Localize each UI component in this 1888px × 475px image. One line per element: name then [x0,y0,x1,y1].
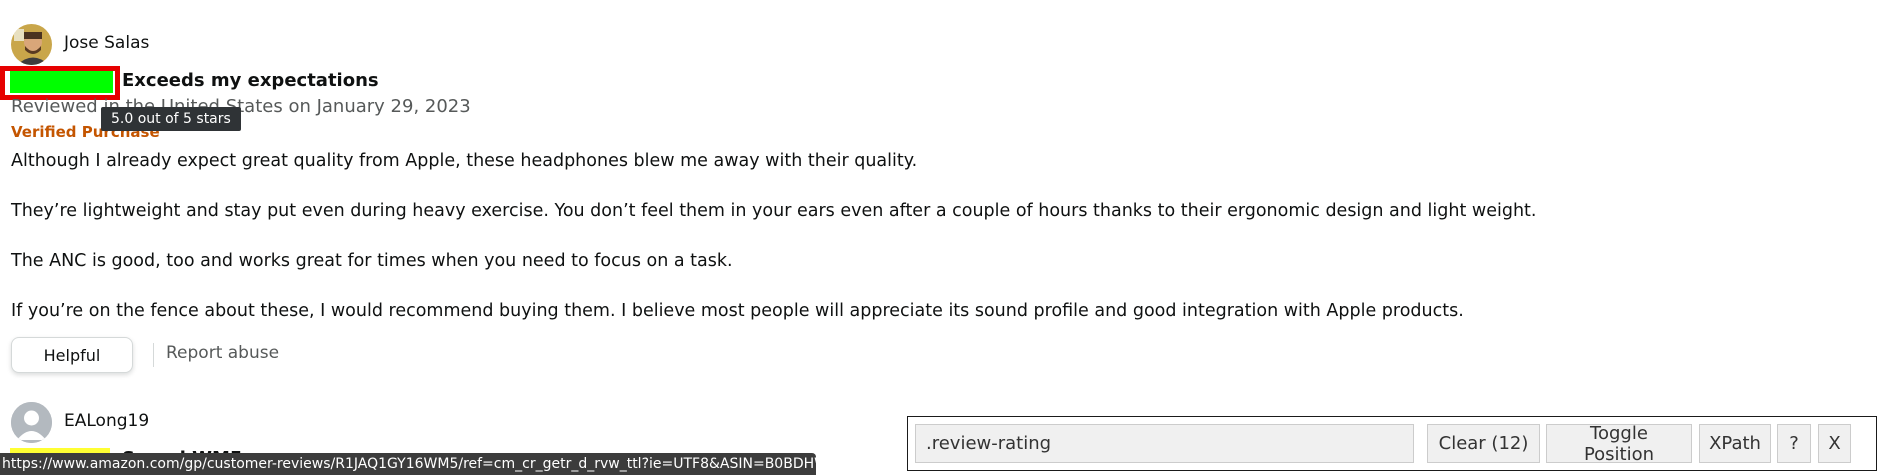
report-abuse-link[interactable]: Report abuse [166,343,279,363]
clear-button[interactable]: Clear (12) [1427,424,1540,463]
profile-photo-icon [11,24,52,65]
helpful-button[interactable]: Helpful [11,337,133,373]
reviewer-avatar-photo[interactable] [11,24,52,65]
reviewer-name[interactable]: EALong19 [64,411,149,431]
review-body-paragraph: If you’re on the fence about these, I wo… [11,301,1464,321]
help-button[interactable]: ? [1777,424,1811,463]
review-rating-stars[interactable] [10,71,113,93]
close-button[interactable]: X [1818,424,1851,463]
toggle-position-button[interactable]: Toggle Position [1546,423,1692,465]
default-avatar-icon [11,402,52,443]
review-title[interactable]: Exceeds my expectations [122,70,379,91]
reviewer-avatar-default[interactable] [11,402,52,443]
rating-tooltip: 5.0 out of 5 stars [101,107,241,131]
status-bar-url: https://www.amazon.com/gp/customer-revie… [0,453,866,475]
review-body-paragraph: The ANC is good, too and works great for… [11,251,733,271]
review-body-paragraph: Although I already expect great quality … [11,151,918,171]
review-date: Reviewed in the United States on January… [11,96,471,117]
selector-input[interactable] [915,424,1414,463]
reviewer-name[interactable]: Jose Salas [64,33,149,53]
action-divider [153,343,154,367]
review-body-paragraph: They’re lightweight and stay put even du… [11,201,1537,221]
xpath-button[interactable]: XPath [1699,424,1771,463]
selector-finder-panel: Clear (12) Toggle Position XPath ? X [907,416,1877,471]
